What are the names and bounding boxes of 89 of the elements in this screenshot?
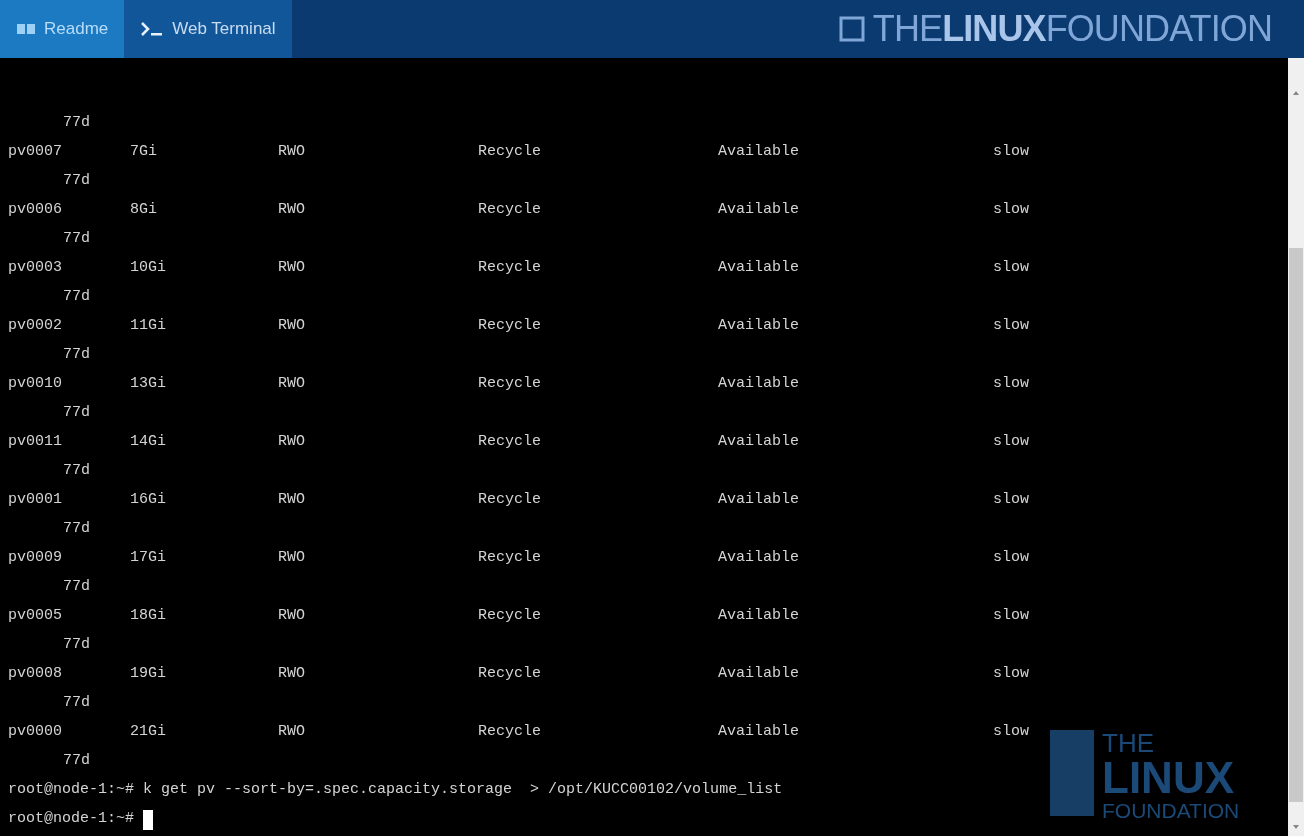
age-text: 77d <box>62 693 90 714</box>
terminal-cell: RWO <box>278 259 305 277</box>
terminal-cell: RWO <box>278 143 305 161</box>
terminal-cell: 16Gi <box>130 491 166 509</box>
prompt-text: root@node-1:~# <box>8 780 135 801</box>
terminal-cell: Available <box>718 317 799 335</box>
terminal-cell: Recycle <box>478 433 541 451</box>
terminal-cell: slow <box>993 201 1029 219</box>
terminal-cell: RWO <box>278 549 305 567</box>
terminal-cell: Recycle <box>478 665 541 683</box>
terminal-cell: Available <box>718 433 799 451</box>
terminal-cell: Available <box>718 549 799 567</box>
terminal-cell: Available <box>718 665 799 683</box>
terminal-cell: Recycle <box>478 491 541 509</box>
terminal-cell: slow <box>993 143 1029 161</box>
age-text: 77d <box>62 635 90 656</box>
terminal-cell: Available <box>718 143 799 161</box>
terminal-cell: Available <box>718 491 799 509</box>
terminal-cell: 11Gi <box>130 317 166 335</box>
terminal-cell: slow <box>993 317 1029 335</box>
prompt-text: root@node-1:~# <box>8 809 135 830</box>
terminal-cell: slow <box>993 723 1029 741</box>
age-text: 77d <box>62 461 90 482</box>
terminal-cell: pv0009 <box>8 549 62 567</box>
terminal-cell: Recycle <box>478 375 541 393</box>
terminal-cell: pv0002 <box>8 317 62 335</box>
terminal-cell: slow <box>993 665 1029 683</box>
age-text: 77d <box>62 403 90 424</box>
logo-watermark-drawing: THE LINUX FOUNDATION <box>1050 730 1240 821</box>
scrollbar-thumb[interactable] <box>1289 248 1303 802</box>
terminal-cell: Recycle <box>478 259 541 277</box>
terminal-cell: slow <box>993 549 1029 567</box>
terminal-cell: slow <box>993 491 1029 509</box>
terminal-cell: 21Gi <box>130 723 166 741</box>
age-text: 77d <box>62 519 90 540</box>
age-text: 77d <box>62 171 90 192</box>
terminal-cell: RWO <box>278 317 305 335</box>
terminal-cell: Available <box>718 259 799 277</box>
terminal-cell: pv0005 <box>8 607 62 625</box>
age-text: 77d <box>62 229 90 250</box>
terminal-cell: slow <box>993 433 1029 451</box>
terminal-cell: Available <box>718 201 799 219</box>
terminal-cell: 19Gi <box>130 665 166 683</box>
terminal-cell: Recycle <box>478 549 541 567</box>
age-text: 77d <box>62 577 90 598</box>
terminal-cell: pv0000 <box>8 723 62 741</box>
terminal-cell: 18Gi <box>130 607 166 625</box>
tab[interactable]: Web Terminal <box>124 0 292 58</box>
terminal-cell: 17Gi <box>130 549 166 567</box>
terminal-cell: RWO <box>278 201 305 219</box>
brand-logo: THELINUXFOUNDATION <box>838 0 1304 58</box>
terminal-cell: 8Gi <box>130 201 157 219</box>
terminal-cell: RWO <box>278 491 305 509</box>
terminal-cell: RWO <box>278 665 305 683</box>
terminal-cell: slow <box>993 259 1029 277</box>
terminal-cell: pv0001 <box>8 491 62 509</box>
terminal-cell: Recycle <box>478 607 541 625</box>
terminal-cell: 7Gi <box>130 143 157 161</box>
terminal-cell: pv0010 <box>8 375 62 393</box>
terminal-prompt-icon <box>140 21 165 37</box>
book-icon <box>16 22 36 36</box>
terminal-cell: RWO <box>278 723 305 741</box>
terminal-cell: pv0007 <box>8 143 62 161</box>
terminal-cell: Available <box>718 375 799 393</box>
age-text: 77d <box>62 287 90 308</box>
terminal-cell: RWO <box>278 375 305 393</box>
terminal-cell: 14Gi <box>130 433 166 451</box>
age-text: 77d <box>62 751 90 772</box>
terminal-cell: Recycle <box>478 201 541 219</box>
terminal-cell: 13Gi <box>130 375 166 393</box>
terminal-cell: RWO <box>278 433 305 451</box>
terminal-cell: slow <box>993 375 1029 393</box>
terminal-cell: pv0006 <box>8 201 62 219</box>
tab[interactable]: Readme <box>0 0 125 58</box>
terminal-cell: slow <box>993 607 1029 625</box>
terminal-cell: pv0008 <box>8 665 62 683</box>
terminal-cell: pv0011 <box>8 433 62 451</box>
age-text: 77d <box>62 345 90 366</box>
terminal-cell: pv0003 <box>8 259 62 277</box>
terminal-cell: Recycle <box>478 317 541 335</box>
terminal-cell: Available <box>718 607 799 625</box>
age-text: 77d <box>62 113 90 134</box>
square-icon <box>838 16 865 42</box>
terminal-cell: Available <box>718 723 799 741</box>
terminal-cell: Recycle <box>478 723 541 741</box>
terminal-cell: 10Gi <box>130 259 166 277</box>
command-text: k get pv --sort-by=.spec.capacity.storage > /opt/KUCC00102/volume_list <box>143 780 783 801</box>
terminal-cell: RWO <box>278 607 305 625</box>
terminal-cell: Recycle <box>478 143 541 161</box>
